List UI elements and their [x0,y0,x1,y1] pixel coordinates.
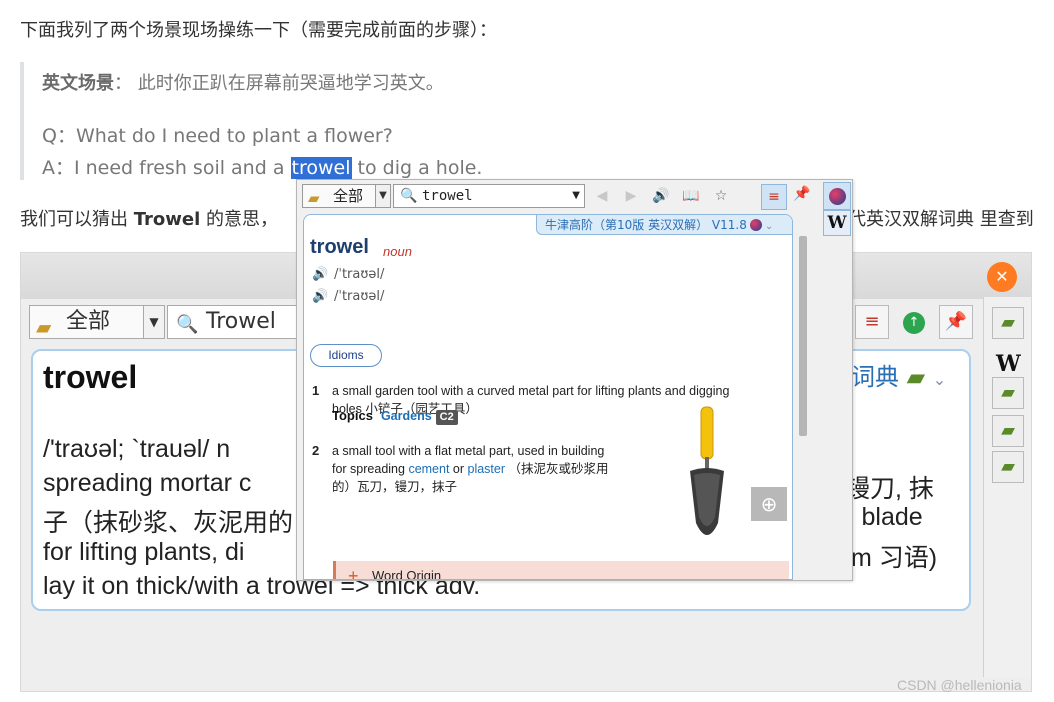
topics-row: Topics Gardens C2 [332,408,458,425]
question-line: Q：What do I need to plant a flower? [42,125,393,147]
definition-line: spreading mortar c [43,469,252,497]
pin-icon[interactable]: 📌 [793,186,810,202]
oxford-dictionary-tab[interactable] [823,182,851,210]
word-origin-label: Word Origin [372,568,442,580]
open-book-icon[interactable]: 📖 [679,184,703,208]
definition-panel: 牛津高阶（第10版 英汉双解） V11.8 ⌄ trowel noun 🔊/ˈtr… [303,214,793,580]
link-plaster[interactable]: plaster [468,462,506,476]
guess-line: 我们可以猜出 Trowel 的意思， [20,205,278,231]
search-input[interactable]: 🔍 Trowel [167,305,317,339]
search-value: trowel [422,188,473,204]
word-origin-section[interactable]: + Word Origin [333,561,789,580]
dictionary-name: 词典 ▰ ⌄ [851,363,947,391]
magnifier-icon: 🔍 [176,314,199,335]
scene-label: 英文场景 [42,73,114,94]
chevron-down-icon[interactable]: ▼ [572,185,580,207]
close-icon[interactable]: ✕ [987,262,1017,292]
dictionary-sidebar: ▰ W ▰ ▰ ▰ [983,297,1031,677]
star-icon[interactable]: ☆ [709,184,733,208]
zoom-in-icon[interactable]: ⊕ [751,487,787,521]
selected-word-trowel[interactable]: trowel [290,157,352,179]
speaker-icon[interactable]: 🔊 [649,184,673,208]
answer-line: A：I need fresh soil and a trowel to dig … [42,153,482,180]
magnifier-icon: 🔍 [400,188,418,204]
books-icon[interactable]: ≡ [855,305,889,339]
chevron-down-icon[interactable]: ⌄ [765,221,773,232]
back-arrow-icon[interactable]: ◀ [590,184,614,208]
pronunciation-us: 🔊/ˈtraʊəl/ [312,289,385,304]
dictionary-name: 牛津高阶（第10版 英汉双解） V11.8 [545,218,747,232]
scrollbar[interactable] [799,236,807,436]
dictionary-book-icon[interactable]: ▰ [992,415,1024,447]
dictionary-book-icon[interactable]: ▰ [992,451,1024,483]
dictionary-book-icon[interactable]: ▰ [992,377,1024,409]
sense-number: 2 [312,443,320,458]
dictionary-book-icon[interactable]: ▰ [992,307,1024,339]
forward-arrow-icon[interactable]: ▶ [619,184,643,208]
topic-link[interactable]: Gardens [381,409,432,423]
scope-label: 全部 [333,187,364,205]
idioms-button[interactable]: Idioms [310,344,382,367]
wikipedia-icon[interactable]: W [823,210,851,236]
sense-number: 1 [312,383,320,398]
guess-bold-word: Trowel [133,209,201,230]
definition-line: 子（抹砂浆、灰泥用的 [43,509,294,537]
book-icon: ▰ [36,315,52,339]
globe-icon [749,219,762,231]
answer-prefix: A：I need fresh soil and a [42,157,291,179]
link-cement[interactable]: cement [408,462,449,476]
guess-line-tail: 代英汉双解词典 里查到 [848,209,1034,230]
speaker-icon[interactable]: 🔊 [312,289,334,304]
headword: trowel [310,236,369,258]
watermark: CSDN @hellenionia [897,677,1022,693]
article-intro: 下面我列了两个场景现场操练一下（需要完成前面的步骤）： [20,20,497,41]
level-badge: C2 [435,410,458,425]
globe-icon [829,188,846,205]
definition-line: for lifting plants, di [43,538,245,566]
chevron-down-icon[interactable]: ▼ [375,184,391,208]
plus-icon: + [348,566,359,580]
definition-fragment: 镘刀, 抹 [845,475,934,503]
lookup-popup: ▰ 全部 ▼ 🔍 trowel ▼ ◀ ▶ 🔊 📖 ☆ ≡ 📌 W 牛津高阶（第10版… [296,179,853,581]
answer-suffix: to dig a hole. [351,157,483,179]
sense-definition: a small tool with a flat metal part, use… [332,444,609,494]
definition-line: /'traʊəl; `trauəl/ n [43,435,231,463]
books-icon[interactable]: ≡ [761,184,787,210]
pin-icon[interactable]: 📌 [939,305,973,339]
search-input[interactable]: 🔍 trowel ▼ [393,184,585,208]
trowel-illustration [690,406,724,535]
speaker-icon[interactable]: 🔊 [312,267,334,282]
scope-label: 全部 [66,309,111,334]
scene-text: ： 此时你正趴在屏幕前哭逼地学习英文。 [114,73,444,94]
pronunciation-uk: 🔊/ˈtraʊəl/ [312,267,385,282]
definition-fragment: m 习语) [851,544,938,572]
headword: trowel [43,359,138,395]
definition-fragment: l blade [849,503,923,531]
guess-suffix: 的意思， [200,209,279,230]
chevron-down-icon[interactable]: ▼ [143,305,165,339]
wikipedia-icon[interactable]: W [996,351,1021,377]
dictionary-name-tab[interactable]: 牛津高阶（第10版 英汉双解） V11.8 ⌄ [536,215,792,235]
search-value: Trowel [206,309,276,334]
guess-prefix: 我们可以猜出 [20,209,134,230]
part-of-speech: noun [383,244,412,259]
scene-line: 英文场景： 此时你正趴在屏幕前哭逼地学习英文。 [42,69,444,95]
up-arrow-icon[interactable]: ↑ [897,305,931,339]
book-icon: ▰ [308,189,320,207]
